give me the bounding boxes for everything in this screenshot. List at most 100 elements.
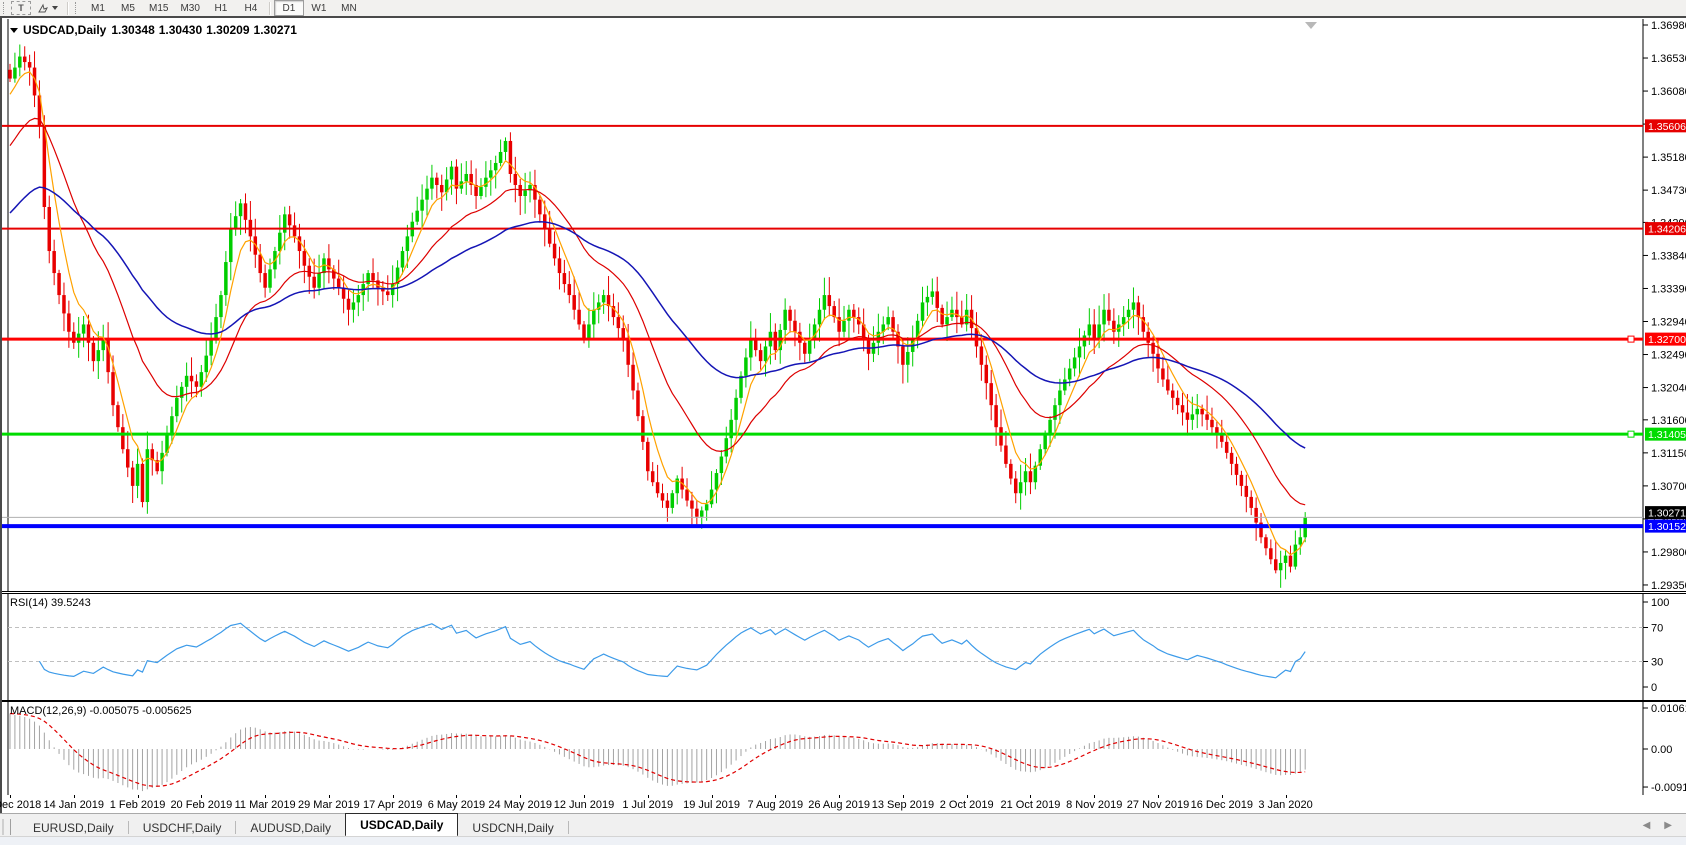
timeframe-m1-button[interactable]: M1 [83,0,113,16]
svg-text:1.32490: 1.32490 [1651,350,1686,362]
date-label: 12 Jun 2019 [553,799,615,811]
timeframe-h4-button[interactable]: H4 [236,0,266,16]
svg-text:1.33390: 1.33390 [1651,283,1686,295]
svg-text:1.35180: 1.35180 [1651,152,1686,164]
date-tick [1221,795,1223,798]
svg-text:-0.009181: -0.009181 [1651,782,1686,794]
tab-audusd[interactable]: AUDUSD,Daily [236,818,345,837]
svg-text:0.010615: 0.010615 [1651,703,1686,715]
svg-text:1.31150: 1.31150 [1651,448,1686,460]
tabbar-grip[interactable] [2,819,11,835]
date-tick [902,795,904,798]
date-tick [1285,795,1287,798]
date-label: 21 Oct 2019 [1000,799,1061,811]
svg-text:1.32940: 1.32940 [1651,316,1686,328]
price-chart-panel[interactable]: USDCAD,Daily 1.30348 1.30430 1.30209 1.3… [2,19,1686,592]
svg-text:30: 30 [1651,657,1663,669]
date-tick [456,795,458,798]
date-tick [1158,795,1159,798]
date-label: 16 Dec 2019 [1190,799,1253,811]
date-axis[interactable]: 26 Dec 201814 Jan 2019 1 Feb 2019 20 Feb 2… [0,795,1686,815]
date-tick [1030,795,1032,798]
date-label: 26 Aug 2019 [808,799,871,811]
chart-collapse-icon[interactable] [10,27,18,33]
date-tick [10,795,11,798]
toolbar-grip[interactable] [3,2,7,14]
text-label-tool-button[interactable]: T [11,1,31,15]
dropdown-caret-icon [52,6,58,10]
arrow-objects-tool-button[interactable] [31,0,64,16]
rsi-indicator-panel[interactable]: RSI(14) 39.5243 100 70 30 0 [2,593,1686,701]
svg-text:1.29350: 1.29350 [1651,580,1686,591]
date-tick [520,795,522,798]
tab-usdcnh[interactable]: USDCNH,Daily [458,818,567,837]
timeframe-h1-button[interactable]: H1 [206,0,236,16]
date-label: 14 Jan 2019 [43,799,105,811]
tab-eurusd[interactable]: EURUSD,Daily [19,818,128,837]
tab-usdchf[interactable]: USDCHF,Daily [129,818,236,837]
toolbar-separator [268,1,271,15]
date-tick [328,795,330,798]
date-tick [392,795,394,798]
svg-text:1.30271: 1.30271 [1648,508,1686,520]
timeframe-m15-button[interactable]: M15 [143,0,174,16]
date-label: 17 Apr 2019 [362,799,423,811]
chart-symbol-label: USDCAD,Daily [23,23,107,37]
svg-text:1.34206: 1.34206 [1648,224,1686,236]
svg-text:100: 100 [1651,597,1669,609]
timeframe-w1-button[interactable]: W1 [304,0,334,16]
date-tick [775,795,777,798]
ohlc-close: 1.30271 [253,23,297,37]
rsi-chart[interactable]: 100 70 30 0 [2,594,1686,700]
toolbar-separator [67,1,69,15]
chart-tab-bar: EURUSD,Daily USDCHF,Daily AUDUSD,Daily U… [0,813,1686,837]
svg-text:1.32700: 1.32700 [1648,334,1686,346]
date-tick [584,795,585,798]
mt4-application-window: T M1 M5 M15 M30 H1 H4 D1 W1 MN USDCAD,Da… [0,0,1686,845]
date-label: 2 Oct 2019 [939,799,994,811]
date-label: 1 Jul 2019 [622,799,674,811]
arrow-objects-icon [38,3,48,12]
svg-text:1.31405: 1.31405 [1648,429,1686,441]
tab-separator [567,821,569,834]
date-label: 24 May 2019 [488,799,553,811]
date-tick [839,795,841,798]
toolbar-grip[interactable] [75,2,79,14]
date-tick [73,795,75,798]
svg-text:1.30700: 1.30700 [1651,481,1686,493]
ohlc-open: 1.30348 [111,23,155,37]
svg-text:1.31600: 1.31600 [1651,415,1686,427]
date-label: 7 Aug 2019 [747,799,804,811]
date-tick [966,795,968,798]
timeframe-d1-button[interactable]: D1 [273,0,304,16]
tab-scroll-right-icon[interactable]: ▶ [1664,820,1672,831]
macd-chart[interactable]: 0.010615 0.00 -0.009181 [2,702,1686,795]
chart-title: USDCAD,Daily 1.30348 1.30430 1.30209 1.3… [10,23,297,37]
date-label: 6 May 2019 [427,799,486,811]
tab-scroll-left-icon[interactable]: ◀ [1643,820,1651,831]
date-tick [201,795,203,798]
chart-window: USDCAD,Daily 1.30348 1.30430 1.30209 1.3… [0,16,1686,815]
tab-usdcad[interactable]: USDCAD,Daily [345,813,459,837]
date-label: 13 Sep 2019 [871,799,935,811]
date-tick [265,795,267,798]
date-label: 3 Jan 2020 [1258,799,1313,811]
date-tick [137,795,139,798]
date-label: 8 Nov 2019 [1066,799,1123,811]
macd-indicator-panel[interactable]: MACD(12,26,9) -0.005075 -0.005625 0.0106… [2,701,1686,796]
timeframe-mn-button[interactable]: MN [334,0,364,16]
timeframe-toolbar: T M1 M5 M15 M30 H1 H4 D1 W1 MN [0,0,1686,17]
timeframe-m30-button[interactable]: M30 [174,0,205,16]
svg-text:1.30152: 1.30152 [1648,521,1686,533]
svg-text:1.36980: 1.36980 [1651,20,1686,32]
ohlc-low: 1.30209 [206,23,250,37]
svg-text:0.00: 0.00 [1651,744,1672,756]
svg-text:1.36530: 1.36530 [1651,53,1686,65]
candlestick-chart[interactable]: 1.369801.365301.360801.356301.351801.347… [2,19,1686,591]
date-tick [711,795,713,798]
timeframe-m5-button[interactable]: M5 [113,0,143,16]
svg-text:70: 70 [1651,623,1663,635]
date-label: 20 Feb 2019 [170,799,233,811]
macd-label: MACD(12,26,9) -0.005075 -0.005625 [10,705,192,717]
date-label: 26 Dec 2018 [0,799,42,811]
